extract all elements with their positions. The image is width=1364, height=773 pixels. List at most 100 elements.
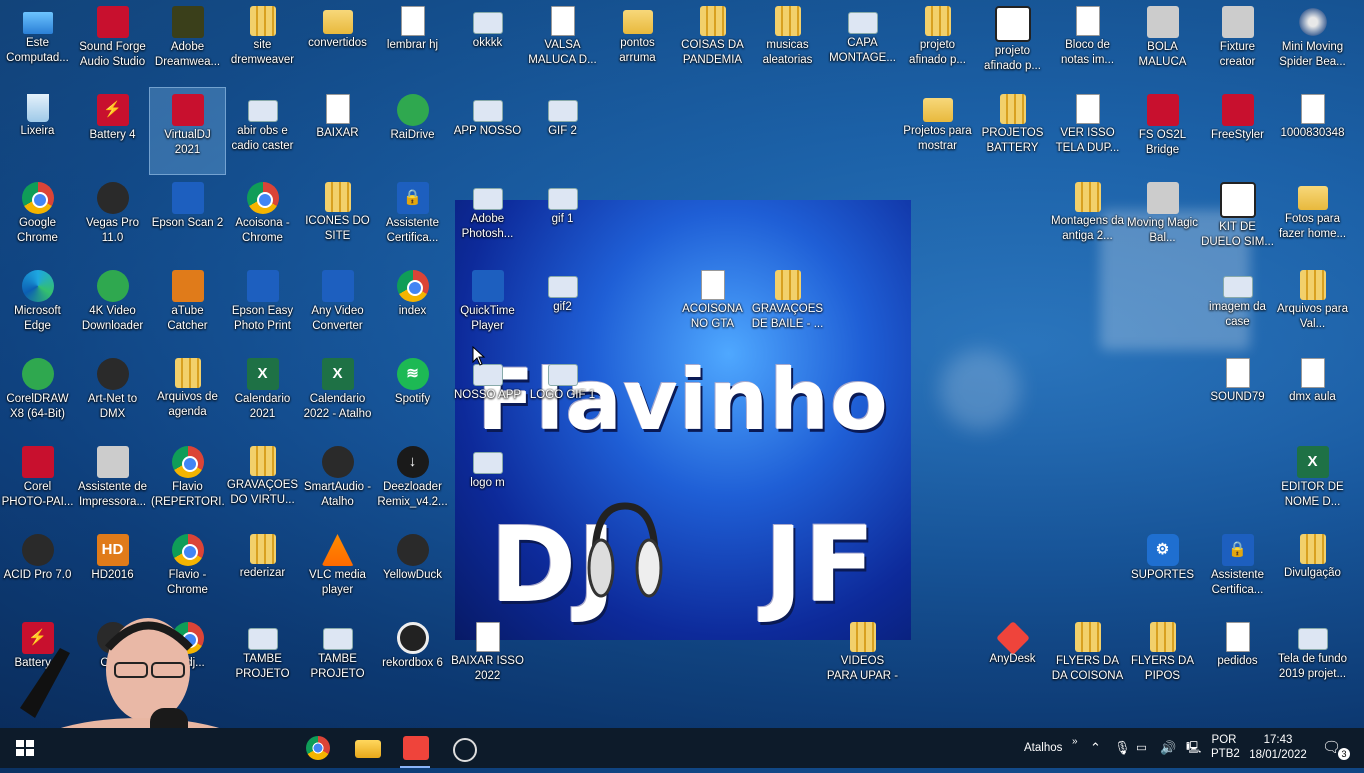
toolbar-expand-icon[interactable]: »	[1072, 728, 1078, 768]
desktop-shortcut[interactable]: Assistente de Impressora...	[75, 440, 150, 526]
desktop-shortcut[interactable]: ACOISONA NO GTA	[675, 264, 750, 350]
desktop-shortcut[interactable]: Arquivos para Val...	[1275, 264, 1350, 350]
desktop-shortcut[interactable]: Divulgação	[1275, 528, 1350, 614]
desktop-shortcut[interactable]: Microsoft Edge	[0, 264, 75, 350]
desktop-shortcut[interactable]: AnyDesk	[975, 616, 1050, 702]
desktop-shortcut[interactable]: 4K Video Downloader	[75, 264, 150, 350]
clock[interactable]: 17:43 18/01/2022	[1246, 733, 1310, 773]
desktop-shortcut[interactable]: BAIXAR ISSO 2022	[450, 616, 525, 702]
desktop-shortcut[interactable]: projeto afinado p...	[900, 0, 975, 86]
desktop-shortcut[interactable]: Adobe Photosh...	[450, 176, 525, 262]
desktop-shortcut[interactable]: X Calendario 2021	[225, 352, 300, 438]
desktop-shortcut[interactable]: Epson Scan 2	[150, 176, 225, 262]
desktop-shortcut[interactable]: ⚙ SUPORTES	[1125, 528, 1200, 614]
atalhos-toolbar[interactable]: Atalhos	[1024, 728, 1062, 768]
desktop-shortcut[interactable]: VirtualDJ 2021	[149, 87, 226, 175]
desktop-shortcut[interactable]: ACID Pro 7.0	[0, 528, 75, 614]
desktop-shortcut[interactable]: rederizar	[225, 528, 300, 614]
desktop-shortcut[interactable]: Mini Moving Spider Bea...	[1275, 0, 1350, 86]
notification-center-icon[interactable]: 🗨	[1322, 728, 1341, 768]
desktop-shortcut[interactable]: LOGO GIF 1	[525, 352, 600, 438]
input-language[interactable]: POR PTB2	[1211, 733, 1240, 773]
start-button[interactable]	[12, 736, 38, 760]
desktop-shortcut[interactable]: 1000830348	[1275, 88, 1350, 174]
desktop-shortcut[interactable]: FLYERS DA DA COISONA	[1050, 616, 1125, 702]
desktop-shortcut[interactable]: KIT DE DUELO SIM...	[1200, 176, 1275, 262]
desktop-shortcut[interactable]: lembrar hj	[375, 0, 450, 86]
desktop-shortcut[interactable]: musicas aleatorias	[750, 0, 825, 86]
show-hidden-icons-icon[interactable]: ⌃	[1090, 728, 1101, 768]
desktop-shortcut[interactable]: Fixture creator	[1200, 0, 1275, 86]
desktop-shortcut[interactable]: index	[375, 264, 450, 350]
desktop-shortcut[interactable]: Flavio (REPERTORI...	[150, 440, 225, 526]
desktop-shortcut[interactable]: pontos arruma	[600, 0, 675, 86]
desktop-shortcut[interactable]: FS OS2L Bridge	[1125, 88, 1200, 174]
network-icon[interactable]: 🖳	[1186, 728, 1201, 768]
desktop-shortcut[interactable]: rekordbox 6	[375, 616, 450, 702]
desktop-shortcut[interactable]: VIDEOS PARA UPAR - Atal...	[825, 616, 900, 702]
desktop-shortcut[interactable]: Vegas Pro 11.0	[75, 176, 150, 262]
desktop-shortcut[interactable]: 🔒 Assistente Certifica...	[1200, 528, 1275, 614]
desktop-shortcut[interactable]: X EDITOR DE NOME D...	[1275, 440, 1350, 526]
desktop-shortcut[interactable]: VALSA MALUCA D...	[525, 0, 600, 86]
taskbar-obs-icon[interactable]	[453, 738, 477, 762]
desktop-shortcut[interactable]: PROJETOS BATTERY	[975, 88, 1050, 174]
microphone-icon[interactable]: 🎙	[1114, 728, 1131, 768]
desktop-shortcut[interactable]: RaiDrive	[375, 88, 450, 174]
desktop-shortcut[interactable]: gif 1	[525, 176, 600, 262]
desktop-shortcut[interactable]: CorelDRAW X8 (64-Bit)	[0, 352, 75, 438]
desktop-shortcut[interactable]: BAIXAR	[300, 88, 375, 174]
desktop-shortcut[interactable]: ICONES DO SITE	[300, 176, 375, 262]
desktop-shortcut[interactable]: QuickTime Player	[450, 264, 525, 350]
desktop-shortcut[interactable]: BOLA MALUCA	[1125, 0, 1200, 86]
desktop-shortcut[interactable]: COISAS DA PANDEMIA	[675, 0, 750, 86]
desktop-shortcut[interactable]: Projetos para mostrar	[900, 88, 975, 174]
desktop-shortcut[interactable]: GIF 2	[525, 88, 600, 174]
desktop-shortcut[interactable]: gif2	[525, 264, 600, 350]
desktop-shortcut[interactable]: VER ISSO TELA DUP...	[1050, 88, 1125, 174]
taskbar-chrome-icon[interactable]	[306, 736, 330, 760]
desktop-shortcut[interactable]: SmartAudio - Atalho	[300, 440, 375, 526]
desktop-shortcut[interactable]: YellowDuck	[375, 528, 450, 614]
desktop-shortcut[interactable]: GRAVAÇOES DO VIRTU...	[225, 440, 300, 526]
desktop-shortcut[interactable]: aTube Catcher	[150, 264, 225, 350]
desktop-shortcut[interactable]: abir obs e cadio caster	[225, 88, 300, 174]
desktop-shortcut[interactable]: FLYERS DA PIPOS	[1125, 616, 1200, 702]
desktop-shortcut[interactable]: TAMBE PROJETO	[300, 616, 375, 702]
desktop-shortcut[interactable]: ≋ Spotify	[375, 352, 450, 438]
desktop-shortcut[interactable]: Este Computad...	[0, 0, 75, 86]
desktop-shortcut[interactable]: GRAVAÇOES DE BAILE - ...	[750, 264, 825, 350]
desktop-shortcut[interactable]: site dremweaver	[225, 0, 300, 86]
taskbar-file-explorer-icon[interactable]	[355, 740, 381, 758]
desktop-shortcut[interactable]: imagem da case	[1200, 264, 1275, 350]
desktop-shortcut[interactable]: HD HD2016	[75, 528, 150, 614]
desktop-shortcut[interactable]: projeto afinado p...	[975, 0, 1050, 86]
desktop-shortcut[interactable]: ↓ Deezloader Remix_v4.2...	[375, 440, 450, 526]
desktop-shortcut[interactable]: CAPA MONTAGE...	[825, 0, 900, 86]
desktop-shortcut[interactable]: SOUND79	[1200, 352, 1275, 438]
desktop-shortcut[interactable]: Montagens da antiga 2...	[1050, 176, 1125, 262]
desktop-shortcut[interactable]: Any Video Converter	[300, 264, 375, 350]
desktop-shortcut[interactable]: Lixeira	[0, 88, 75, 174]
desktop-shortcut[interactable]: Google Chrome	[0, 176, 75, 262]
desktop-shortcut[interactable]: 🔒 Assistente Certifica...	[375, 176, 450, 262]
desktop-shortcut[interactable]: ⚡ Battery 4	[75, 88, 150, 174]
desktop-shortcut[interactable]: Fotos para fazer home...	[1275, 176, 1350, 262]
desktop-shortcut[interactable]: Bloco de notas im...	[1050, 0, 1125, 86]
desktop-shortcut[interactable]: Flavio - Chrome	[150, 528, 225, 614]
network-adapter-icon[interactable]: ▭	[1136, 728, 1147, 768]
desktop-shortcut[interactable]: Tela de fundo 2019 projet...	[1275, 616, 1350, 702]
desktop-shortcut[interactable]: pedidos	[1200, 616, 1275, 702]
taskbar-anydesk-icon[interactable]	[403, 736, 429, 760]
desktop-shortcut[interactable]: Moving Magic Bal...	[1125, 176, 1200, 262]
desktop-shortcut[interactable]: Sound Forge Audio Studio	[75, 0, 150, 86]
desktop-shortcut[interactable]: convertidos	[300, 0, 375, 86]
desktop-shortcut[interactable]: X Calendario 2022 - Atalho	[300, 352, 375, 438]
desktop-shortcut[interactable]: dmx aula	[1275, 352, 1350, 438]
desktop-shortcut[interactable]: NOSSO APP	[450, 352, 525, 438]
desktop-shortcut[interactable]: logo m	[450, 440, 525, 526]
desktop-shortcut[interactable]: Adobe Dreamwea...	[150, 0, 225, 86]
desktop-shortcut[interactable]: APP NOSSO	[450, 88, 525, 174]
volume-icon[interactable]: 🔊	[1160, 728, 1176, 768]
desktop-shortcut[interactable]: Corel PHOTO-PAI...	[0, 440, 75, 526]
